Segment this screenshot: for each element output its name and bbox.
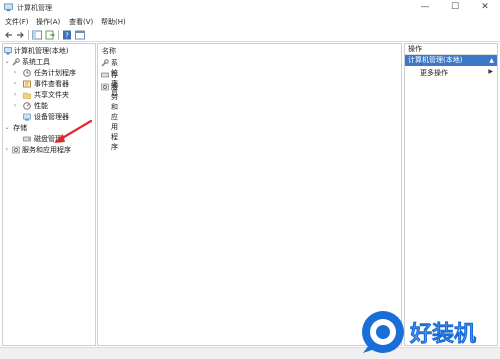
title-bar: 计算机管理 — ☐ ✕ bbox=[0, 0, 500, 16]
storage-icon bbox=[101, 72, 109, 78]
window-title: 计算机管理 bbox=[17, 4, 52, 12]
menu-action[interactable]: 操作(A) bbox=[36, 17, 60, 27]
computer-management-icon bbox=[4, 3, 13, 12]
red-arrow-icon bbox=[54, 119, 93, 143]
list-item-label: 服务和应用程序 bbox=[111, 83, 118, 151]
console-tree-pane: 计算机管理(本地) ⌄ 系统工具 › 任务计划程序 › 事件查看器 › 共享文件… bbox=[2, 43, 96, 346]
help-icon[interactable]: ? bbox=[62, 30, 72, 40]
watermark-text: 好装机 bbox=[409, 321, 476, 347]
actions-pane: 操作 计算机管理(本地) ▲ 更多操作 ▶ bbox=[404, 43, 498, 346]
submenu-arrow-icon: ▶ bbox=[488, 68, 493, 75]
export-list-icon[interactable] bbox=[45, 30, 55, 40]
actions-section-label: 计算机管理(本地) bbox=[408, 56, 463, 64]
results-pane: 名称 系统工具 存储 服务和应用程序 bbox=[97, 43, 402, 346]
column-header-name[interactable]: 名称 bbox=[102, 46, 116, 56]
more-actions-link[interactable]: 更多操作 bbox=[420, 68, 448, 78]
actions-section-computer-management[interactable]: 计算机管理(本地) ▲ bbox=[405, 55, 497, 66]
menu-help[interactable]: 帮助(H) bbox=[101, 17, 126, 27]
svg-text:?: ? bbox=[65, 32, 69, 40]
close-button[interactable]: ✕ bbox=[470, 0, 500, 16]
toolbar-separator bbox=[28, 30, 29, 40]
collapse-triangle-icon[interactable]: ▲ bbox=[489, 55, 494, 66]
toolbar: ? bbox=[0, 28, 500, 42]
menu-file[interactable]: 文件(F) bbox=[5, 17, 29, 27]
back-arrow-icon[interactable] bbox=[4, 30, 14, 40]
properties-icon[interactable] bbox=[75, 30, 85, 40]
forward-arrow-icon[interactable] bbox=[15, 30, 25, 40]
show-hide-tree-icon[interactable] bbox=[32, 30, 42, 40]
menu-view[interactable]: 查看(V) bbox=[69, 17, 93, 27]
tools-icon bbox=[101, 59, 109, 67]
watermark-logo: 好装机 bbox=[362, 311, 476, 353]
minimize-button[interactable]: — bbox=[410, 0, 440, 16]
menu-bar: 文件(F) 操作(A) 查看(V) 帮助(H) bbox=[0, 16, 500, 28]
toolbar-separator bbox=[58, 30, 59, 40]
maximize-button[interactable]: ☐ bbox=[440, 0, 470, 16]
actions-header: 操作 bbox=[405, 44, 497, 55]
services-icon bbox=[101, 83, 109, 91]
